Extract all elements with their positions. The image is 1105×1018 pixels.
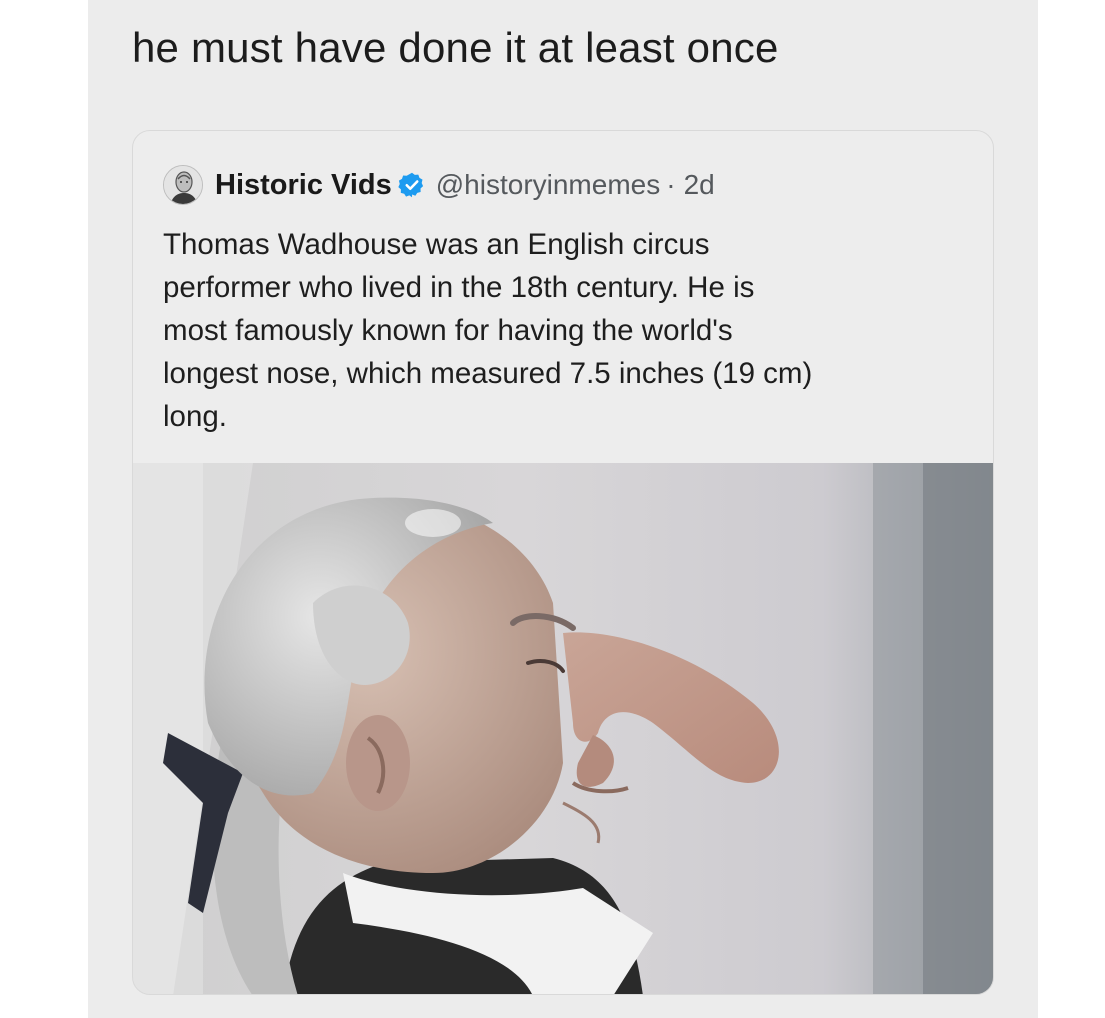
quoted-timestamp[interactable]: 2d xyxy=(684,169,715,201)
wax-figure-photo[interactable] xyxy=(133,463,993,994)
portrait-avatar-icon[interactable] xyxy=(163,165,203,205)
meta-separator: · xyxy=(666,169,676,200)
quoted-tweet-header: Historic Vids @historyinmemes · 2d xyxy=(163,165,715,205)
quoted-tweet-card[interactable]: Historic Vids @historyinmemes · 2d Thoma… xyxy=(132,130,994,995)
quoted-tweet-text: Thomas Wadhouse was an English circus pe… xyxy=(163,228,813,433)
quoted-display-name[interactable]: Historic Vids xyxy=(215,169,392,202)
quoted-handle[interactable]: @historyinmemes xyxy=(436,169,660,201)
verified-badge-icon xyxy=(398,171,426,199)
post-caption: he must have done it at least once xyxy=(132,24,779,71)
page: he must have done it at least once Histo… xyxy=(0,0,1105,1018)
